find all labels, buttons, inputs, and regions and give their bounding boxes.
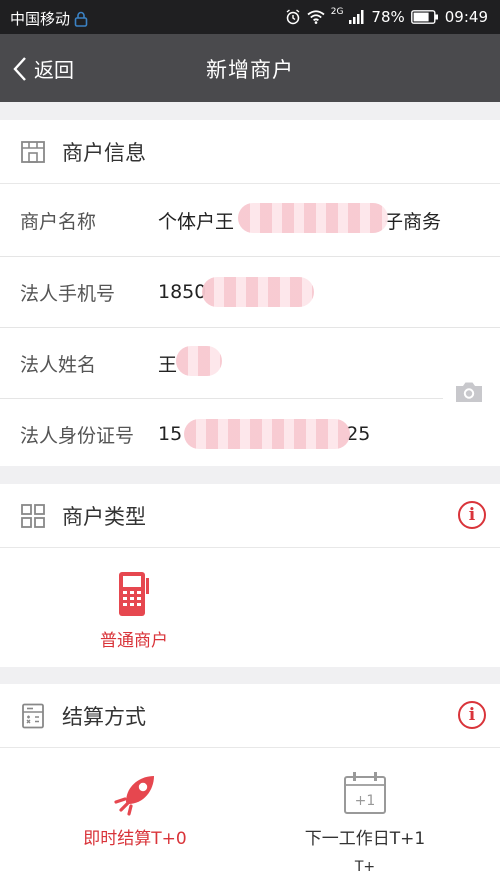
settlement-option-label: 下一工作日T+1 (304, 829, 426, 849)
legal-name-row[interactable]: 法人姓名 王 (0, 328, 443, 398)
legal-phone-row[interactable]: 法人手机号 1850 (0, 257, 500, 327)
merchant-type-info-button[interactable]: i (458, 501, 486, 529)
legal-id-label: 法人身份证号 (20, 424, 135, 447)
battery-percent: 78% (371, 8, 405, 26)
merchant-type-header: 商户类型 i (0, 484, 500, 548)
settlement-option-label: 即时结算T+0 (83, 829, 187, 849)
legal-id-start: 15 (158, 423, 183, 445)
signal-icon (349, 10, 364, 24)
merchant-info-header: 商户信息 (0, 120, 500, 184)
nav-bar: 返回 新增商户 (0, 34, 500, 102)
legal-id-row[interactable]: 法人身份证号 15 25 (0, 399, 443, 469)
settlement-title: 结算方式 (62, 704, 146, 729)
merchant-type-title: 商户类型 (62, 504, 146, 529)
settlement-option-cutoff-text: T+ (354, 859, 376, 875)
legal-phone-start: 1850 (158, 281, 207, 303)
calendar-plus-one-icon: +1 (344, 772, 386, 814)
lock-icon (74, 11, 88, 27)
privacy-mosaic (184, 419, 350, 449)
legal-name-label: 法人姓名 (20, 353, 97, 376)
clock-time: 09:49 (444, 8, 488, 26)
camera-icon[interactable] (454, 380, 484, 404)
legal-id-value[interactable]: 15 25 (158, 419, 370, 449)
settlement-header: 结算方式 i (0, 684, 500, 748)
merchant-name-value[interactable]: 个体户王 子商务 (158, 202, 442, 234)
merchant-type-section: 商户类型 i 普通商户 (0, 484, 500, 667)
alarm-icon (286, 9, 300, 25)
legal-phone-label: 法人手机号 (20, 282, 116, 305)
privacy-mosaic (202, 277, 314, 307)
legal-name-value[interactable]: 王 (158, 345, 222, 377)
settlement-option-instant[interactable]: 即时结算T+0 (60, 772, 210, 849)
merchant-info-section: 商户信息 商户名称 个体户王 子商务 法人手机号 1850 法人姓名 王 法人身份… (0, 120, 500, 466)
pos-terminal-icon (119, 572, 149, 616)
battery-icon (410, 10, 438, 24)
privacy-mosaic (238, 202, 388, 233)
settlement-option-next-day[interactable]: +1 下一工作日T+1 T+ (290, 770, 440, 875)
wifi-icon (307, 10, 325, 24)
merchant-type-option-label: 普通商户 (100, 631, 168, 651)
rocket-icon (114, 776, 154, 816)
merchant-name-label: 商户名称 (20, 210, 97, 233)
legal-phone-value[interactable]: 1850 (158, 277, 316, 307)
page-title: 新增商户 (206, 58, 294, 82)
merchant-name-start: 个体户王 (158, 210, 235, 233)
merchant-info-title: 商户信息 (62, 140, 146, 165)
settlement-section: 结算方式 i 即时结算T+0 +1 下一工作日T+1 T+ (0, 684, 500, 889)
merchant-type-option-regular[interactable]: 普通商户 (84, 570, 184, 651)
calculator-icon (22, 703, 44, 728)
privacy-mosaic (176, 345, 222, 376)
calendar-badge-text: +1 (355, 793, 376, 809)
merchant-name-row[interactable]: 商户名称 个体户王 子商务 (0, 185, 500, 255)
carrier-name: 中国移动 (10, 10, 71, 28)
legal-name-start: 王 (158, 353, 178, 376)
settlement-info-button[interactable]: i (458, 701, 486, 729)
network-type: 2G (330, 7, 344, 17)
store-icon (21, 140, 45, 163)
status-bar: 中国移动 2G 78% 09:49 (0, 0, 500, 34)
merchant-name-end: 子商务 (384, 210, 442, 233)
grid-icon (21, 503, 45, 528)
